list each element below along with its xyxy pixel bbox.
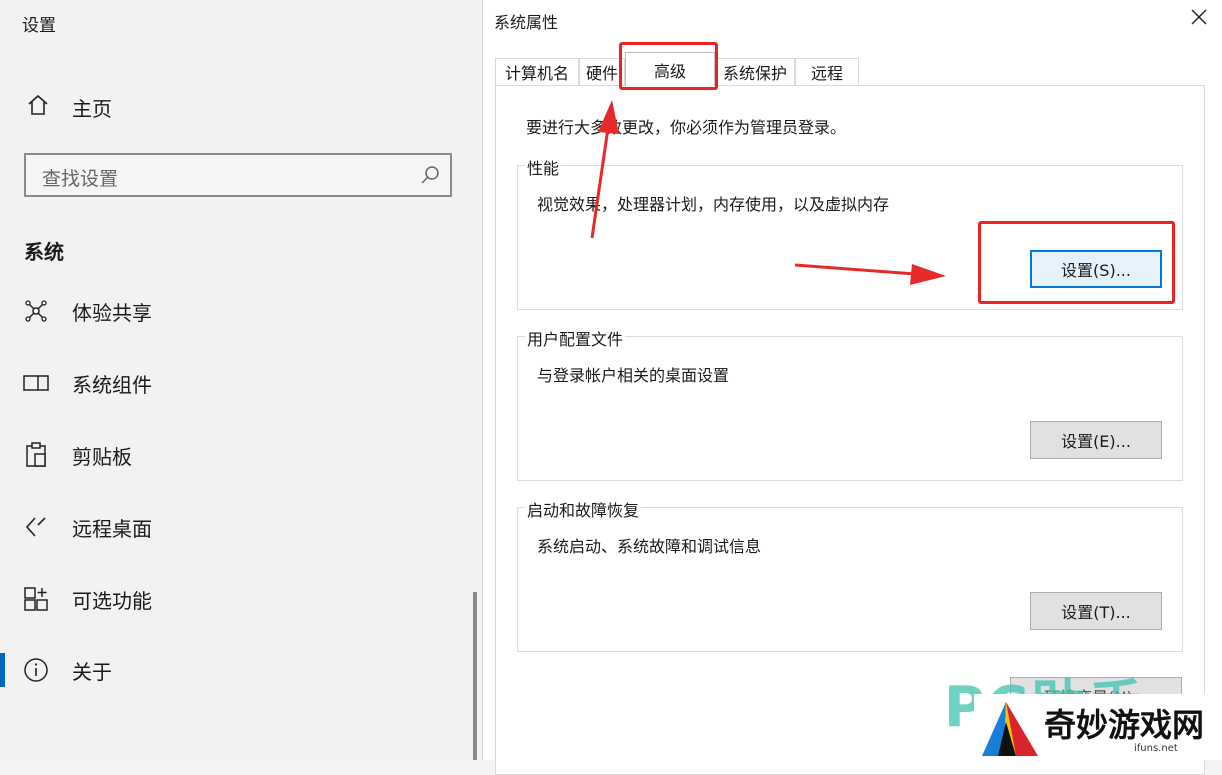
nav-item-label: 系统组件 [72, 372, 152, 397]
nav-item-components[interactable]: 系统组件 [22, 366, 152, 400]
user-profiles-title: 用户配置文件 [525, 326, 626, 350]
nav-item-remote-desktop[interactable]: 远程桌面 [22, 510, 152, 544]
site-name: 奇妙游戏网 [1044, 706, 1205, 744]
component-icon [22, 369, 50, 397]
user-profiles-description: 与登录帐户相关的桌面设置 [537, 366, 730, 385]
dialog-title: 系统属性 [494, 13, 559, 32]
nav-item-share[interactable]: 体验共享 [22, 294, 152, 328]
logo-mark-icon [982, 702, 1038, 756]
home-icon [26, 93, 50, 121]
info-icon [22, 656, 50, 684]
nav-item-label: 剪贴板 [72, 444, 132, 469]
startup-recovery-title: 启动和故障恢复 [525, 497, 642, 521]
search-placeholder: 查找设置 [42, 168, 119, 190]
nav-item-label: 远程桌面 [72, 516, 152, 541]
startup-recovery-group [517, 507, 1183, 652]
site-url: ifuns.net [1134, 743, 1178, 754]
search-input[interactable]: 查找设置 [24, 153, 452, 197]
nav-home[interactable]: 主页 [26, 92, 112, 122]
performance-title: 性能 [525, 155, 562, 179]
share-icon [22, 297, 50, 325]
system-properties-dialog: 系统属性 计算机名 硬件 高级 系统保护 远程 要进行大多数更改，你必须作为管理… [482, 0, 1222, 775]
close-button[interactable] [1184, 4, 1214, 34]
settings-window: 设置 主页 查找设置 系统 体验共享 系统组件 剪贴板 远程桌面 可选功能 关于 [0, 0, 480, 760]
nav-item-about[interactable]: 关于 [22, 653, 112, 687]
clipboard-icon [22, 441, 50, 469]
tab-system-protection[interactable]: 系统保护 [715, 58, 795, 85]
performance-description: 视觉效果，处理器计划，内存使用，以及虚拟内存 [537, 195, 890, 214]
user-profiles-settings-button[interactable]: 设置(E)... [1030, 421, 1162, 459]
section-title: 系统 [24, 240, 64, 264]
startup-recovery-settings-button[interactable]: 设置(T)... [1030, 592, 1162, 630]
scrollbar[interactable] [473, 592, 477, 760]
nav-item-label: 体验共享 [72, 300, 152, 325]
tab-computer-name[interactable]: 计算机名 [495, 58, 579, 85]
site-logo: 奇妙游戏网 ifuns.net [974, 694, 1222, 760]
nav-home-label: 主页 [72, 96, 112, 121]
user-profiles-group [517, 336, 1183, 481]
close-icon [1191, 9, 1207, 29]
startup-recovery-description: 系统启动、系统故障和调试信息 [537, 537, 762, 556]
tab-remote[interactable]: 远程 [795, 58, 859, 85]
search-icon[interactable] [420, 165, 440, 189]
nav-item-label: 可选功能 [72, 588, 152, 613]
selected-indicator [0, 653, 5, 687]
admin-notice: 要进行大多数更改，你必须作为管理员登录。 [526, 118, 847, 137]
annotation-box-performance-button [978, 221, 1175, 304]
nav-item-optional-features[interactable]: 可选功能 [22, 582, 152, 616]
settings-window-title: 设置 [22, 16, 56, 36]
optional-features-icon [22, 585, 50, 613]
tab-advanced[interactable]: 高级 [625, 52, 715, 86]
nav-item-clipboard[interactable]: 剪贴板 [22, 438, 132, 472]
remote-desktop-icon [22, 513, 50, 541]
nav-item-label: 关于 [72, 659, 112, 684]
